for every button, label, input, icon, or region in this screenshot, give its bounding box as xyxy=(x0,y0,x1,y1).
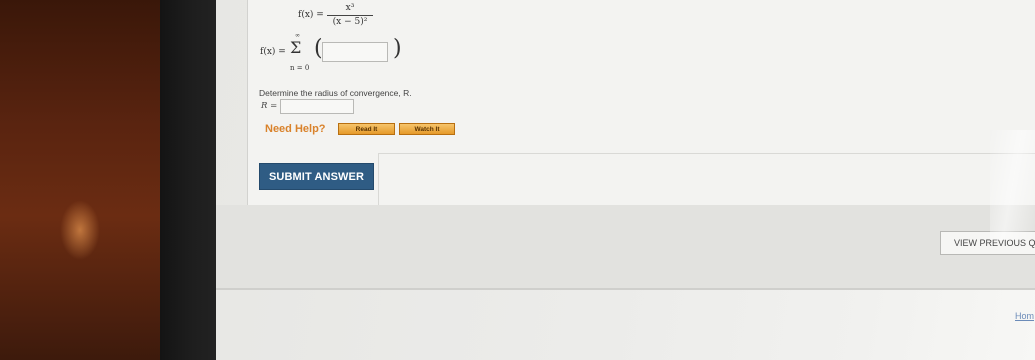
monitor-bezel xyxy=(160,0,216,360)
watch-it-button[interactable]: Watch It xyxy=(399,123,455,135)
paren-close: ) xyxy=(393,36,402,61)
screen-glare xyxy=(990,130,1035,240)
series-function-label: f(x) = xyxy=(260,47,286,57)
sigma-symbol: Σ xyxy=(290,38,302,57)
background-photo xyxy=(0,0,160,360)
radius-input[interactable] xyxy=(280,99,354,114)
fraction-denominator: (x − 5)² xyxy=(332,17,368,27)
submit-answer-button[interactable]: SUBMIT ANSWER xyxy=(259,163,374,190)
question-text: Determine the radius of convergence, R. xyxy=(259,88,412,98)
home-link[interactable]: Hom xyxy=(1015,311,1034,321)
function-fraction: x³ (x − 5)² xyxy=(327,3,373,28)
radius-label: R = xyxy=(261,101,278,111)
background-light xyxy=(60,200,100,260)
sum-lower-limit: n = 0 xyxy=(290,64,310,72)
fraction-numerator: x³ xyxy=(345,3,355,13)
footer-divider xyxy=(216,288,1035,290)
inner-divider-vertical xyxy=(378,153,379,205)
series-term-input[interactable] xyxy=(322,42,388,62)
function-label: f(x) = xyxy=(298,10,324,20)
read-it-button[interactable]: Read It xyxy=(338,123,395,135)
fraction-bar xyxy=(327,15,373,16)
need-help-label: Need Help? xyxy=(265,123,326,135)
inner-divider xyxy=(378,153,1035,154)
footer-band xyxy=(216,205,1035,290)
